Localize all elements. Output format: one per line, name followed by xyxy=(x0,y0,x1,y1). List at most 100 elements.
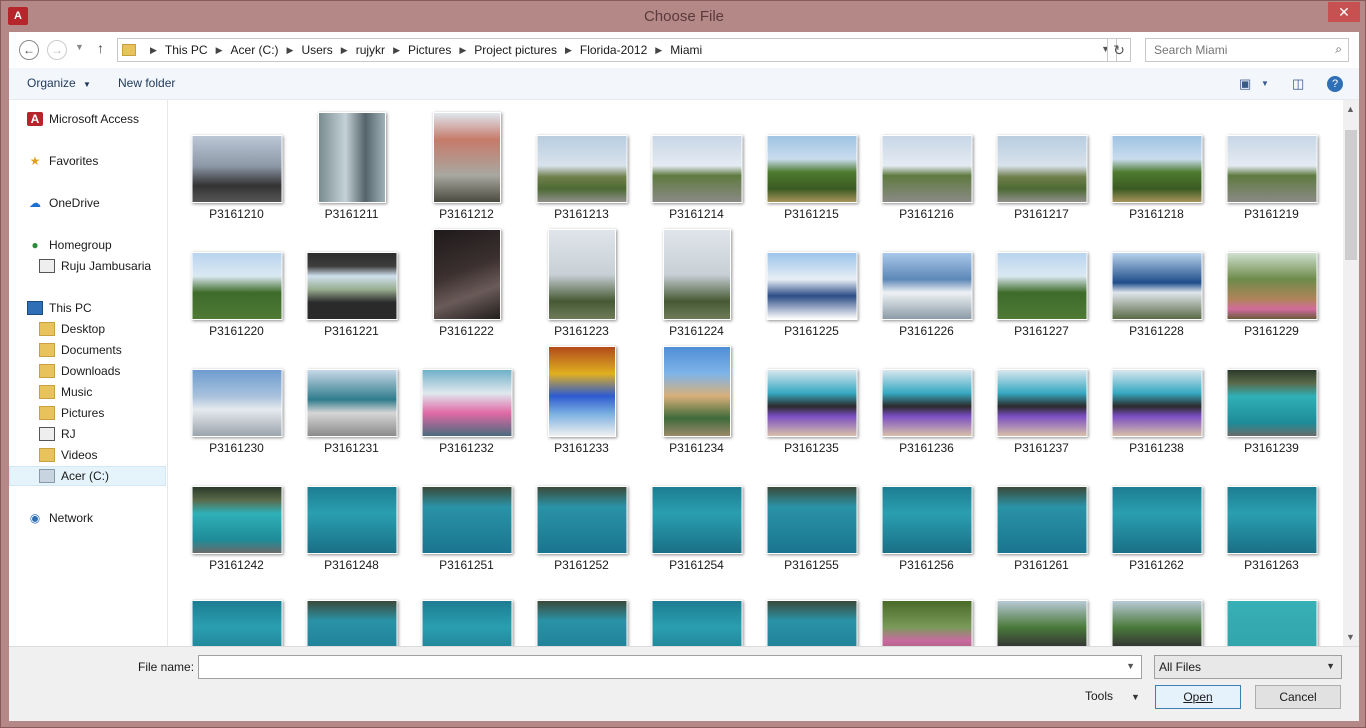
chevron-right-icon[interactable]: ▶ xyxy=(341,45,348,56)
file-item[interactable]: P3161211 xyxy=(294,102,409,221)
file-item[interactable]: P3161262 xyxy=(1099,453,1214,572)
file-item[interactable]: P3161218 xyxy=(1099,102,1214,221)
file-item[interactable]: P3161220 xyxy=(179,219,294,338)
search-box[interactable]: ⌕ xyxy=(1145,38,1349,62)
file-item[interactable] xyxy=(639,600,754,646)
nav-homegroup[interactable]: ● Homegroup xyxy=(9,235,166,255)
up-arrow-icon[interactable]: ↑ xyxy=(97,40,104,56)
file-item[interactable]: P3161230 xyxy=(179,336,294,455)
cancel-button[interactable]: Cancel xyxy=(1255,685,1341,709)
chevron-right-icon[interactable]: ▶ xyxy=(150,45,157,56)
breadcrumb-users[interactable]: Users xyxy=(301,43,332,57)
chevron-right-icon[interactable]: ▶ xyxy=(393,45,400,56)
file-item[interactable]: P3161219 xyxy=(1214,102,1329,221)
breadcrumb-this-pc[interactable]: This PC xyxy=(165,43,208,57)
file-item[interactable]: P3161223 xyxy=(524,219,639,338)
file-item[interactable] xyxy=(754,600,869,646)
file-item[interactable]: P3161212 xyxy=(409,102,524,221)
nav-network[interactable]: ◉ Network xyxy=(9,508,166,528)
file-item[interactable] xyxy=(869,600,984,646)
vertical-scrollbar[interactable]: ▲ ▼ xyxy=(1343,100,1359,646)
file-name-input[interactable] xyxy=(199,656,1119,678)
chevron-down-icon[interactable]: ▼ xyxy=(1126,661,1135,671)
file-item[interactable]: P3161232 xyxy=(409,336,524,455)
file-item[interactable]: P3161256 xyxy=(869,453,984,572)
preview-pane-icon[interactable]: ◫ xyxy=(1292,76,1304,92)
file-item[interactable] xyxy=(1099,600,1214,646)
back-arrow-icon[interactable]: ← xyxy=(19,40,39,60)
nav-pictures[interactable]: Pictures xyxy=(9,403,166,423)
search-input[interactable] xyxy=(1146,39,1316,61)
breadcrumb-pictures[interactable]: Pictures xyxy=(408,43,451,57)
forward-arrow-icon[interactable]: → xyxy=(47,40,67,60)
chevron-right-icon[interactable]: ▶ xyxy=(655,45,662,56)
file-item[interactable] xyxy=(409,600,524,646)
file-item[interactable]: P3161221 xyxy=(294,219,409,338)
breadcrumb-miami[interactable]: Miami xyxy=(670,43,702,57)
scroll-up-arrow-icon[interactable]: ▲ xyxy=(1346,104,1355,114)
open-button[interactable]: Open xyxy=(1155,685,1241,709)
file-item[interactable] xyxy=(179,600,294,646)
chevron-down-icon[interactable]: ▼ xyxy=(1131,692,1140,702)
scrollbar-thumb[interactable] xyxy=(1345,130,1357,260)
organize-button[interactable]: Organize ▼ xyxy=(27,76,91,90)
file-item[interactable]: P3161214 xyxy=(639,102,754,221)
file-item[interactable]: P3161238 xyxy=(1099,336,1214,455)
change-view-icon[interactable]: ▣ xyxy=(1239,76,1251,92)
file-item[interactable] xyxy=(294,600,409,646)
file-item[interactable]: P3161216 xyxy=(869,102,984,221)
chevron-right-icon[interactable]: ▶ xyxy=(565,45,572,56)
file-item[interactable]: P3161236 xyxy=(869,336,984,455)
file-item[interactable] xyxy=(1214,600,1329,646)
scroll-down-arrow-icon[interactable]: ▼ xyxy=(1346,632,1355,642)
file-item[interactable]: P3161215 xyxy=(754,102,869,221)
file-item[interactable]: P3161235 xyxy=(754,336,869,455)
file-item[interactable]: P3161242 xyxy=(179,453,294,572)
title-bar[interactable]: A Choose File ✕ xyxy=(1,1,1366,31)
file-item[interactable]: P3161228 xyxy=(1099,219,1214,338)
breadcrumb-rujykr[interactable]: rujykr xyxy=(356,43,385,57)
refresh-icon[interactable]: ↻ xyxy=(1107,38,1131,62)
tools-button[interactable]: Tools xyxy=(1085,689,1113,703)
chevron-right-icon[interactable]: ▶ xyxy=(459,45,466,56)
file-item[interactable]: P3161224 xyxy=(639,219,754,338)
nav-this-pc[interactable]: This PC xyxy=(9,298,166,318)
file-item[interactable]: P3161251 xyxy=(409,453,524,572)
file-name-combo[interactable]: ▼ xyxy=(198,655,1142,679)
nav-downloads[interactable]: Downloads xyxy=(9,361,166,381)
file-item[interactable]: P3161248 xyxy=(294,453,409,572)
nav-homegroup-user[interactable]: Ruju Jambusaria xyxy=(9,256,166,276)
file-list-view[interactable]: P3161210 P3161211 P3161212 P3161213 P316… xyxy=(169,100,1343,646)
recent-locations-chevron-icon[interactable]: ▼ xyxy=(75,42,84,52)
file-item[interactable]: P3161263 xyxy=(1214,453,1329,572)
chevron-right-icon[interactable]: ▶ xyxy=(216,45,223,56)
file-item[interactable] xyxy=(524,600,639,646)
view-options-chevron-icon[interactable]: ▼ xyxy=(1261,79,1269,88)
file-item[interactable]: P3161217 xyxy=(984,102,1099,221)
address-bar[interactable]: ▶ This PC ▶ Acer (C:) ▶ Users ▶ rujykr ▶… xyxy=(117,38,1117,62)
breadcrumb-project-pictures[interactable]: Project pictures xyxy=(474,43,557,57)
nav-microsoft-access[interactable]: A Microsoft Access xyxy=(9,109,166,129)
nav-videos[interactable]: Videos xyxy=(9,445,166,465)
nav-music[interactable]: Music xyxy=(9,382,166,402)
file-item[interactable]: P3161225 xyxy=(754,219,869,338)
nav-documents[interactable]: Documents xyxy=(9,340,166,360)
file-item[interactable]: P3161254 xyxy=(639,453,754,572)
file-item[interactable]: P3161237 xyxy=(984,336,1099,455)
help-icon[interactable]: ? xyxy=(1327,76,1343,92)
search-icon[interactable]: ⌕ xyxy=(1335,42,1342,57)
close-window-button[interactable]: ✕ xyxy=(1328,2,1360,22)
file-item[interactable]: P3161255 xyxy=(754,453,869,572)
file-item[interactable]: P3161222 xyxy=(409,219,524,338)
file-item[interactable]: P3161227 xyxy=(984,219,1099,338)
breadcrumb-acer-c[interactable]: Acer (C:) xyxy=(231,43,279,57)
new-folder-button[interactable]: New folder xyxy=(118,76,175,90)
breadcrumb-florida-2012[interactable]: Florida-2012 xyxy=(580,43,647,57)
file-item[interactable]: P3161239 xyxy=(1214,336,1329,455)
file-item[interactable]: P3161252 xyxy=(524,453,639,572)
file-item[interactable]: P3161231 xyxy=(294,336,409,455)
nav-rj[interactable]: RJ xyxy=(9,424,166,444)
file-item[interactable]: P3161210 xyxy=(179,102,294,221)
nav-favorites[interactable]: ★ Favorites xyxy=(9,151,166,171)
file-item[interactable]: P3161233 xyxy=(524,336,639,455)
